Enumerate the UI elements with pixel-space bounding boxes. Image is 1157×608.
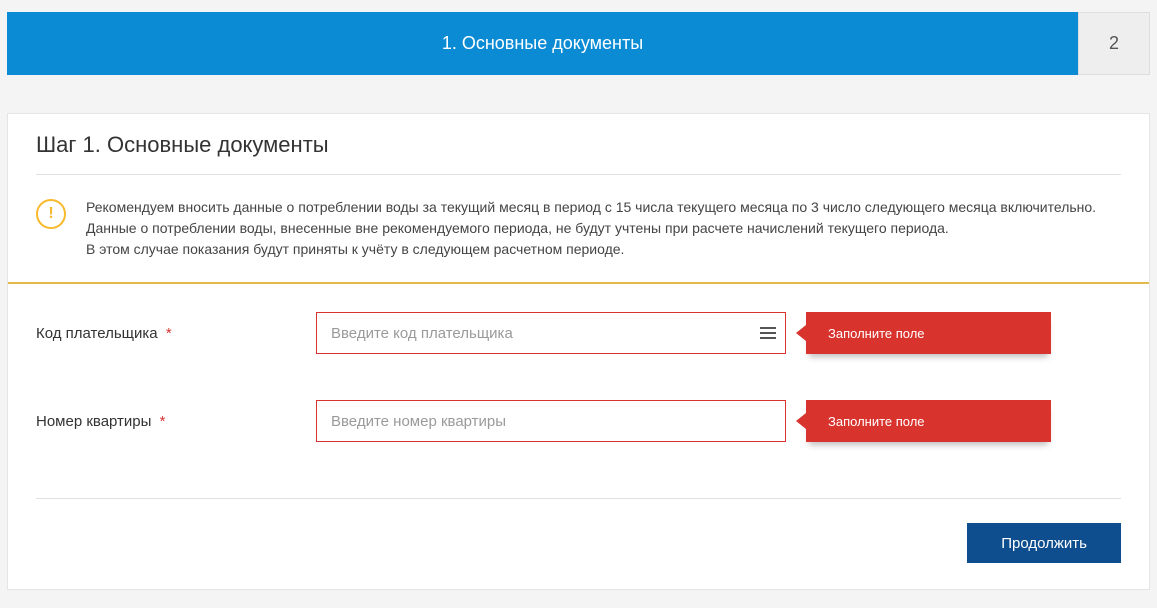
continue-button-label: Продолжить [1001, 535, 1087, 552]
page-title: Шаг 1. Основные документы [8, 114, 1149, 174]
warning-icon: ! [36, 199, 66, 229]
payer-code-label-text: Код плательщика [36, 325, 158, 342]
continue-button[interactable]: Продолжить [967, 523, 1121, 563]
payer-code-input-wrap [316, 312, 786, 354]
apartment-label: Номер квартиры * [36, 413, 316, 430]
apartment-input[interactable] [316, 400, 786, 442]
notice-line-3: В этом случае показания будут приняты к … [86, 239, 1096, 260]
menu-icon[interactable] [760, 327, 776, 339]
notice-line-1: Рекомендуем вносить данные о потреблении… [86, 197, 1096, 218]
actions-bar: Продолжить [8, 499, 1149, 589]
wizard-header: 1. Основные документы 2 [7, 12, 1150, 75]
apartment-input-wrap [316, 400, 786, 442]
wizard-step-1-label: 1. Основные документы [442, 33, 643, 54]
apartment-row: Номер квартиры * Заполните поле [36, 400, 1121, 442]
form-area: Код плательщика * Заполните поле Номер к… [8, 284, 1149, 498]
notice: ! Рекомендуем вносить данные о потреблен… [8, 175, 1149, 282]
form-card: Шаг 1. Основные документы ! Рекомендуем … [7, 113, 1150, 590]
apartment-label-text: Номер квартиры [36, 413, 151, 430]
payer-code-error-text: Заполните поле [828, 326, 925, 341]
payer-code-input[interactable] [316, 312, 786, 354]
payer-code-row: Код плательщика * Заполните поле [36, 312, 1121, 354]
payer-code-error: Заполните поле [806, 312, 1051, 354]
notice-line-2: Данные о потреблении воды, внесенные вне… [86, 218, 1096, 239]
required-mark: * [166, 325, 172, 342]
wizard-step-2-label: 2 [1109, 33, 1119, 54]
apartment-error: Заполните поле [806, 400, 1051, 442]
wizard-step-1[interactable]: 1. Основные документы [7, 12, 1078, 75]
required-mark: * [160, 413, 166, 430]
wizard-step-2[interactable]: 2 [1078, 12, 1150, 75]
apartment-error-text: Заполните поле [828, 414, 925, 429]
payer-code-label: Код плательщика * [36, 325, 316, 342]
notice-text: Рекомендуем вносить данные о потреблении… [86, 197, 1096, 260]
